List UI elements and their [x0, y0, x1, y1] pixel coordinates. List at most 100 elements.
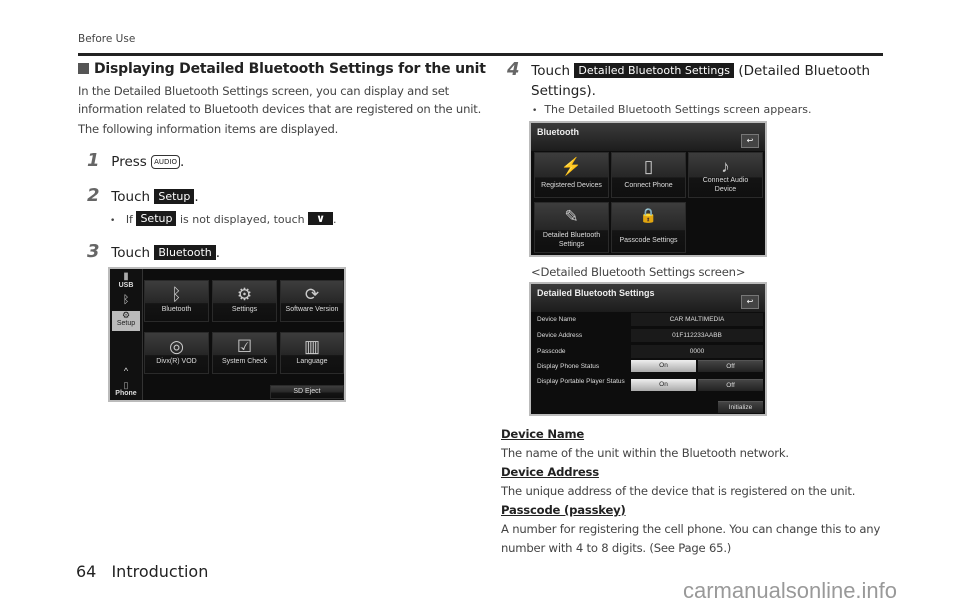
- note-text: The Detailed Bluetooth Settings screen a…: [544, 103, 812, 116]
- sidebar-label: Phone: [115, 390, 137, 397]
- tile-passcode-settings[interactable]: 🔒 Passcode Settings: [611, 202, 686, 253]
- step-number: 2: [87, 185, 100, 206]
- page-number: 64: [76, 562, 97, 581]
- sidebar-label: Setup: [116, 320, 136, 327]
- definition-desc: number with 4 to 8 digits. (See Page 65.…: [501, 541, 732, 555]
- scroll-up-button[interactable]: ^: [112, 366, 140, 378]
- step-4-note: The Detailed Bluetooth Settings screen a…: [532, 103, 811, 116]
- tile-connect-audio-device[interactable]: ♪ Connect Audio Device: [688, 152, 763, 198]
- tile-label: Detailed Bluetooth Settings: [542, 232, 601, 248]
- sidebar-item-setup[interactable]: ⚙ Setup: [112, 311, 140, 331]
- bluetooth-button-label: Bluetooth: [154, 245, 216, 260]
- definitions-list: Device Name The name of the unit within …: [501, 425, 880, 558]
- section-label: Before Use: [78, 33, 136, 45]
- sidebar-item-bluetooth[interactable]: ᛒ: [112, 294, 140, 310]
- detailed-bluetooth-settings-screen: Detailed Bluetooth Settings ↩ Device Nam…: [529, 282, 767, 416]
- step-text: (Detailed Bluetooth: [738, 63, 871, 79]
- page-footer: 64 Introduction: [76, 562, 208, 581]
- note-text: If: [125, 213, 133, 226]
- tile-system-check[interactable]: ☑ System Check: [212, 332, 277, 374]
- tile-label: Language: [296, 358, 328, 365]
- intro-line: information related to Bluetooth devices…: [78, 102, 482, 116]
- intro-line: In the Detailed Bluetooth Settings scree…: [78, 84, 449, 98]
- sd-eject-button[interactable]: SD Eject: [270, 385, 344, 399]
- step-number: 3: [87, 241, 100, 262]
- definition-desc: A number for registering the cell phone.…: [501, 522, 881, 536]
- passcode-label: Passcode: [537, 348, 566, 355]
- lock-icon: 🔒: [639, 207, 658, 223]
- punct: .: [180, 154, 185, 170]
- source-sidebar: ▮ USB ᛒ ⚙ Setup ^ ▯ Phone: [110, 269, 143, 400]
- audio-device-icon: ♪: [721, 157, 730, 176]
- back-icon[interactable]: ↩: [741, 134, 759, 148]
- setup-button-label: Setup: [136, 211, 177, 226]
- tile-bluetooth[interactable]: ᛒ Bluetooth: [144, 280, 209, 322]
- device-name-label: Device Name: [537, 316, 577, 323]
- tile-label: Passcode Settings: [619, 237, 678, 244]
- step-number: 4: [507, 59, 520, 80]
- definition-desc: The name of the unit within the Bluetoot…: [501, 446, 789, 460]
- initialize-button[interactable]: Initialize: [718, 401, 763, 413]
- refresh-icon: ⟳: [304, 285, 320, 304]
- device-address-label: Device Address: [537, 332, 583, 339]
- step-number: 1: [87, 150, 100, 171]
- tile-label: Registered Devices: [541, 182, 602, 189]
- tile-language[interactable]: ▥ Language: [280, 332, 344, 374]
- definition-term: Device Address: [501, 465, 599, 479]
- tile-label: Settings: [231, 306, 258, 313]
- back-icon[interactable]: ↩: [741, 295, 759, 309]
- phone-icon: ▯: [123, 380, 129, 390]
- tile-settings[interactable]: ⚙ Settings: [212, 280, 277, 322]
- tile-connect-phone[interactable]: ▯ Connect Phone: [611, 152, 686, 198]
- device-address-value: 01F112233AABB: [631, 329, 763, 342]
- wrench-gear-icon: ⚙: [236, 285, 253, 304]
- sidebar-item-usb[interactable]: ▮ USB: [112, 271, 140, 293]
- tile-registered-devices[interactable]: ⚡ Registered Devices: [534, 152, 609, 198]
- registered-devices-icon: ⚡: [560, 157, 583, 176]
- watermark: carmanualsonline.info: [683, 578, 898, 603]
- tile-divx-vod[interactable]: ◎ Divx(R) VOD: [144, 332, 209, 374]
- display-player-status-label: Display Portable Player Status: [537, 378, 625, 385]
- bluetooth-title-bar: Bluetooth: [531, 123, 765, 151]
- passcode-field[interactable]: 0000: [631, 345, 763, 358]
- step-text: Touch: [531, 63, 571, 79]
- step-2-note: If Setup is not displayed, touch ∨.: [110, 211, 337, 226]
- header-rule: [78, 53, 883, 56]
- screen-title: Bluetooth: [537, 127, 579, 137]
- tile-software-version[interactable]: ⟳ Software Version: [280, 280, 344, 322]
- chevron-up-icon: ^: [123, 366, 129, 376]
- step-text: Settings).: [531, 83, 596, 99]
- player-status-on-button[interactable]: On: [631, 379, 696, 391]
- sidebar-item-phone[interactable]: ▯ Phone: [112, 380, 140, 400]
- tile-label: Software Version: [285, 306, 339, 313]
- punct: .: [194, 189, 199, 205]
- step-text: Touch: [111, 189, 151, 205]
- sidebar-label: USB: [118, 282, 134, 289]
- tile-label: Divx(R) VOD: [156, 358, 197, 365]
- step-3: 3 Touch Bluetooth.: [87, 241, 220, 262]
- setup-screen: ▮ USB ᛒ ⚙ Setup ^ ▯ Phone ᛒ Bluetooth ⚙ Se…: [108, 267, 346, 402]
- phone-icon: ▯: [643, 157, 654, 176]
- step-text: Touch: [111, 245, 151, 261]
- player-status-off-button[interactable]: Off: [698, 379, 763, 391]
- tile-label: Bluetooth: [161, 306, 192, 313]
- tile-detailed-bluetooth-settings[interactable]: ✎ Detailed Bluetooth Settings: [534, 202, 609, 253]
- phone-status-off-button[interactable]: Off: [698, 360, 763, 372]
- setup-button-label: Setup: [154, 189, 195, 204]
- detail-title-bar: Detailed Bluetooth Settings: [531, 284, 765, 312]
- checklist-icon: ☑: [236, 337, 253, 356]
- usb-icon: ▮: [123, 271, 129, 282]
- display-phone-status-label: Display Phone Status: [537, 363, 600, 370]
- device-name-field[interactable]: CAR MALTIMEDIA: [631, 313, 763, 326]
- phone-status-on-button[interactable]: On: [631, 360, 696, 372]
- chevron-down-icon: ∨: [308, 212, 334, 225]
- definition-desc: The unique address of the device that is…: [501, 484, 856, 498]
- bluetooth-icon: ᛒ: [122, 294, 130, 306]
- punct: .: [333, 213, 337, 226]
- setup-icon: ⚙: [121, 310, 131, 320]
- bluetooth-screen: Bluetooth ↩ ⚡ Registered Devices ▯ Connect…: [529, 121, 767, 257]
- definition-term: Passcode (passkey): [501, 503, 626, 517]
- screen-caption: <Detailed Bluetooth Settings screen>: [531, 265, 746, 279]
- note-text: is not displayed, touch: [179, 213, 305, 226]
- intro-paragraph: In the Detailed Bluetooth Settings scree…: [78, 82, 481, 138]
